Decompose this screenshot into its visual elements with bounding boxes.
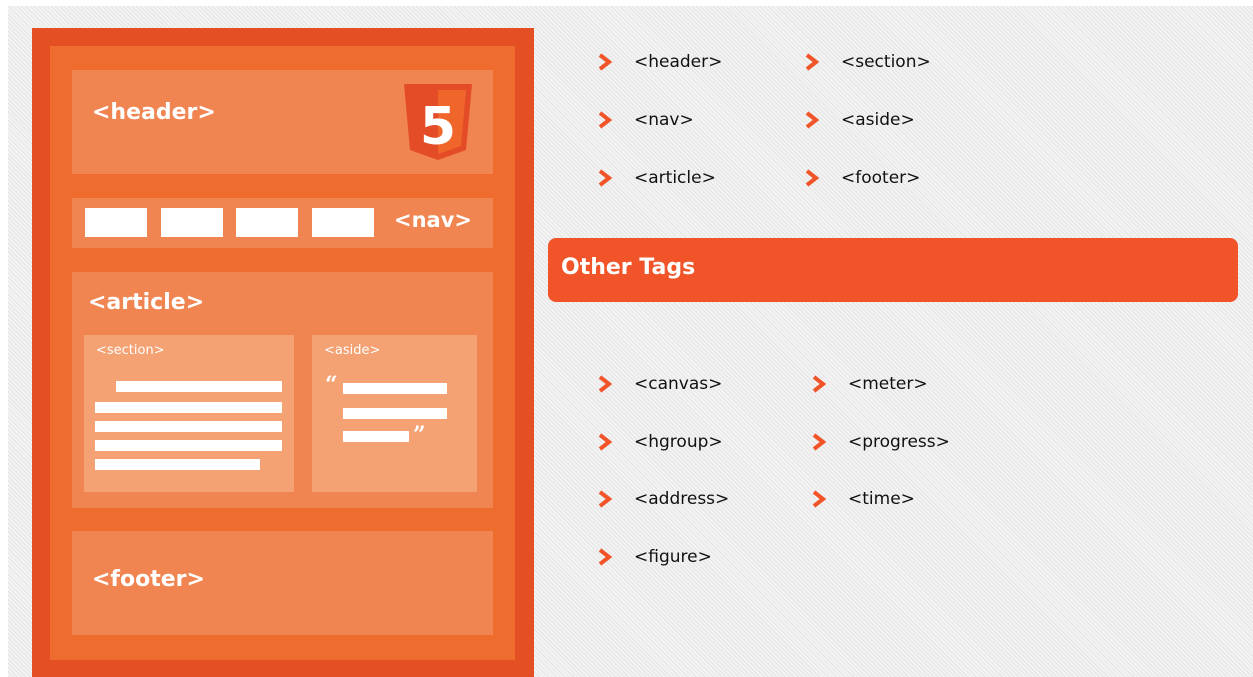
article-block: <article> <section> <aside> “ ” xyxy=(72,272,493,508)
text-line xyxy=(343,408,447,419)
chevron-right-icon xyxy=(598,490,612,508)
close-quote: ” xyxy=(413,422,426,448)
tag-list-item: <header> xyxy=(598,50,722,74)
chevron-right-icon xyxy=(805,169,819,187)
text-line xyxy=(116,381,282,392)
tag-label: <time> xyxy=(848,489,915,509)
tag-label: <hgroup> xyxy=(634,432,723,452)
chevron-right-icon xyxy=(805,111,819,129)
tag-label: <article> xyxy=(634,168,716,188)
tag-list-item: <footer> xyxy=(805,166,920,190)
chevron-right-icon xyxy=(812,490,826,508)
logo-numeral: 5 xyxy=(420,97,456,157)
other-tag-list-item: <progress> xyxy=(812,430,950,454)
html5-shield-icon: 5 xyxy=(404,84,472,160)
section-block: <section> xyxy=(84,335,294,492)
text-line xyxy=(95,421,282,432)
chevron-right-icon xyxy=(805,53,819,71)
other-tag-list-item: <time> xyxy=(812,487,915,511)
nav-tab xyxy=(312,208,374,237)
text-line xyxy=(95,440,282,451)
other-tag-list-item: <figure> xyxy=(598,545,712,569)
tag-label: <meter> xyxy=(848,374,928,394)
chevron-right-icon xyxy=(598,53,612,71)
text-line xyxy=(343,383,447,394)
page-top-border xyxy=(0,0,1253,6)
aside-block: <aside> “ ” xyxy=(312,335,477,492)
article-block-label: <article> xyxy=(88,290,205,315)
tag-list-item: <aside> xyxy=(805,108,915,132)
footer-block-label: <footer> xyxy=(92,567,205,592)
header-block-label: <header> xyxy=(92,100,216,125)
nav-block-label: <nav> xyxy=(394,208,473,232)
tag-label: <figure> xyxy=(634,547,712,567)
tag-label: <address> xyxy=(634,489,730,509)
tag-label: <aside> xyxy=(841,110,915,130)
page-left-border xyxy=(0,0,8,677)
other-tag-list-item: <address> xyxy=(598,487,729,511)
other-tag-list-item: <hgroup> xyxy=(598,430,723,454)
nav-tab xyxy=(161,208,223,237)
open-quote: “ xyxy=(325,372,338,398)
other-tag-list-item: <canvas> xyxy=(598,372,722,396)
tag-label: <section> xyxy=(841,52,931,72)
aside-block-label: <aside> xyxy=(324,343,381,358)
nav-tab xyxy=(85,208,147,237)
text-line xyxy=(343,431,409,442)
tag-label: <header> xyxy=(634,52,723,72)
text-line xyxy=(95,459,260,470)
chevron-right-icon xyxy=(598,169,612,187)
chevron-right-icon xyxy=(812,433,826,451)
chevron-right-icon xyxy=(598,548,612,566)
section-block-label: <section> xyxy=(96,343,165,358)
tag-list-item: <section> xyxy=(805,50,931,74)
nav-block: <nav> xyxy=(72,198,493,248)
nav-tab xyxy=(236,208,298,237)
chevron-right-icon xyxy=(598,433,612,451)
text-line xyxy=(95,402,282,413)
tag-label: <progress> xyxy=(848,432,950,452)
tag-label: <nav> xyxy=(634,110,694,130)
tag-label: <footer> xyxy=(841,168,921,188)
chevron-right-icon xyxy=(598,111,612,129)
chevron-right-icon xyxy=(598,375,612,393)
tag-list-item: <article> xyxy=(598,166,716,190)
chevron-right-icon xyxy=(812,375,826,393)
tag-list-item: <nav> xyxy=(598,108,694,132)
tag-label: <canvas> xyxy=(634,374,723,394)
footer-block: <footer> xyxy=(72,531,493,635)
other-tag-list-item: <meter> xyxy=(812,372,928,396)
other-tags-banner: Other Tags xyxy=(548,238,1238,302)
other-tags-title: Other Tags xyxy=(561,255,696,280)
